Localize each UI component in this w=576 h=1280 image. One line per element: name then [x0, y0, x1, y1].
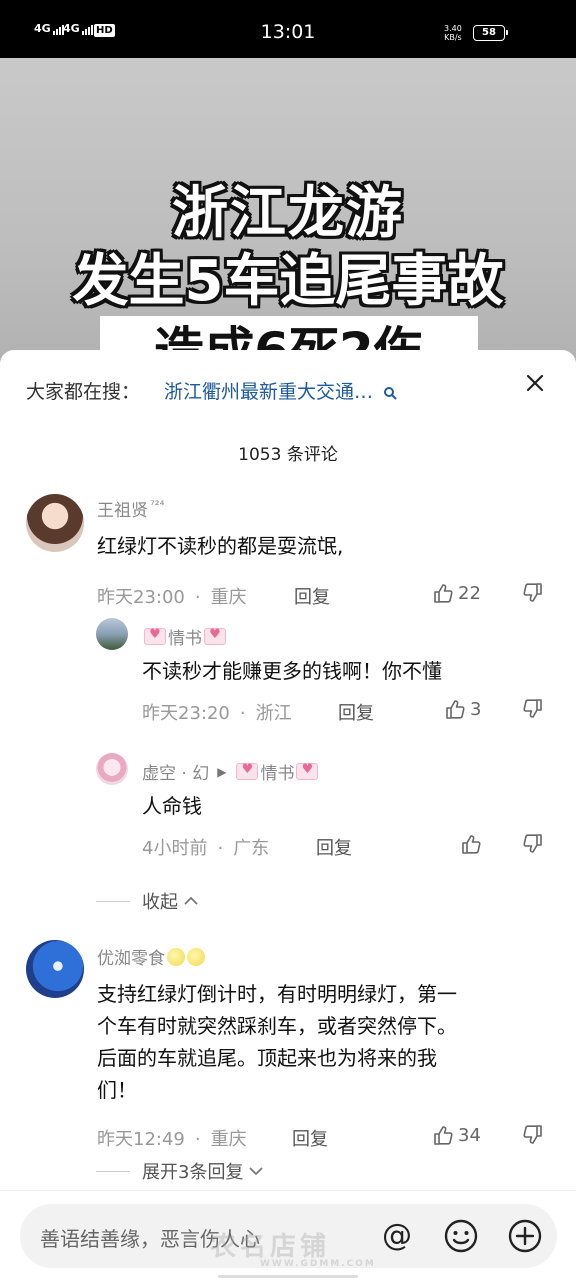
video-preview[interactable]: 浙江龙游 发生5车追尾事故 造成6死2伤 — [0, 58, 576, 378]
like-button[interactable]: 3 — [444, 698, 481, 720]
heart-icon — [236, 762, 259, 780]
trending-search[interactable]: 大家都在搜： 浙江衢州最新重大交通… — [26, 374, 556, 406]
expand-replies-button[interactable]: 展开3条回复 — [96, 1158, 265, 1184]
avatar[interactable] — [26, 494, 84, 552]
comment-text: 不读秒才能赚更多的钱啊！你不懂 — [142, 659, 442, 683]
svg-text:@: @ — [382, 1218, 412, 1253]
video-title-line-2: 发生5车追尾事故 — [72, 249, 504, 314]
chevron-down-icon — [249, 1167, 264, 1176]
lemon-icon — [167, 947, 185, 966]
dislike-icon[interactable] — [522, 833, 544, 859]
dislike-icon[interactable] — [522, 698, 544, 724]
trending-search-label: 大家都在搜： — [26, 380, 141, 403]
avatar[interactable] — [96, 618, 128, 650]
comment-input[interactable]: 善语结善缘，恶言伤人心 农名店铺 WWW.GDMM.COM @ — [20, 1204, 557, 1269]
divider-line — [96, 900, 130, 902]
trending-search-term[interactable]: 浙江衢州最新重大交通… — [164, 377, 373, 404]
lemon-icon — [187, 947, 205, 966]
dislike-icon[interactable] — [522, 1124, 544, 1150]
comment-username[interactable]: 优洳零食 — [97, 944, 205, 969]
comment-meta: 4小时前 · 广东 — [142, 838, 270, 859]
divider-line — [96, 1170, 130, 1172]
collapse-replies-button[interactable]: 收起 — [96, 888, 200, 914]
heart-icon — [144, 627, 166, 645]
at-icon[interactable]: @ — [377, 1216, 417, 1256]
reply-item: 虚空 · 幻 ▶ 情书 人命钱 4小时前·广东 回复 — [0, 753, 576, 863]
dislike-icon[interactable] — [522, 582, 544, 608]
like-icon — [462, 835, 481, 854]
heart-icon — [204, 627, 226, 645]
comment-item: 优洳零食 支持红绿灯倒计时，有时明明绿灯，第一 个车有时就突然踩刹车，或者突然停… — [0, 938, 576, 1158]
comment-item: 王祖贤 ⁷²⁴ 红绿灯不读秒的都是耍流氓, 昨天23:00 · 重庆 回复 22 — [0, 490, 576, 610]
comment-count: 1053 条评论 — [238, 445, 338, 465]
comment-meta: 昨天12:49 · 重庆 — [97, 1129, 247, 1150]
comment-username[interactable]: 王祖贤 ⁷²⁴ — [97, 496, 164, 522]
add-icon[interactable] — [505, 1216, 545, 1256]
like-icon — [446, 700, 465, 719]
comment-text: 红绿灯不读秒的都是耍流氓, — [97, 534, 344, 558]
reply-arrow-icon: ▶ — [217, 764, 227, 779]
emoji-icon[interactable] — [441, 1216, 481, 1256]
reply-button[interactable]: 回复 — [292, 1125, 328, 1151]
battery-icon: 58 — [473, 25, 508, 41]
reply-button[interactable]: 回复 — [294, 583, 330, 609]
comment-meta: 昨天23:00 · 重庆 — [97, 587, 247, 608]
like-icon — [434, 584, 453, 603]
comment-text: 支持红绿灯倒计时，有时明明绿灯，第一 个车有时就突然踩刹车，或者突然停下。 后面… — [97, 982, 457, 1102]
like-icon — [434, 1126, 453, 1145]
avatar[interactable] — [26, 940, 84, 998]
comment-meta: 昨天23:20 · 浙江 — [142, 703, 292, 724]
search-icon[interactable] — [383, 383, 397, 400]
comment-input-bar: 善语结善缘，恶言伤人心 农名店铺 WWW.GDMM.COM @ — [0, 1190, 576, 1280]
reply-item: 情书 不读秒才能赚更多的钱啊！你不懂 昨天23:20·浙江 回复 3 — [0, 618, 576, 728]
comment-username[interactable]: 情书 — [142, 624, 228, 649]
network-speed: 3.40 KB/s — [444, 24, 462, 42]
watermark: 农名店铺 WWW.GDMM.COM — [210, 1232, 376, 1269]
heart-icon — [296, 762, 319, 780]
home-indicator[interactable] — [218, 1275, 358, 1278]
like-button[interactable] — [460, 833, 482, 855]
reply-button[interactable]: 回复 — [316, 834, 352, 860]
reply-button[interactable]: 回复 — [338, 699, 374, 725]
status-bar: 4G 4G HD 13:01 3.40 KB/s 58 — [0, 0, 576, 58]
chevron-up-icon — [184, 896, 198, 905]
avatar[interactable] — [96, 753, 128, 785]
comment-text: 人命钱 — [142, 794, 202, 818]
comment-username[interactable]: 虚空 · 幻 ▶ 情书 — [142, 759, 320, 784]
like-button[interactable]: 22 — [432, 582, 481, 604]
comment-sheet: 大家都在搜： 浙江衢州最新重大交通… 1053 条评论 王祖贤 ⁷²⁴ 红绿灯不读… — [0, 350, 576, 1280]
like-button[interactable]: 34 — [432, 1124, 481, 1146]
close-icon[interactable] — [522, 370, 548, 396]
